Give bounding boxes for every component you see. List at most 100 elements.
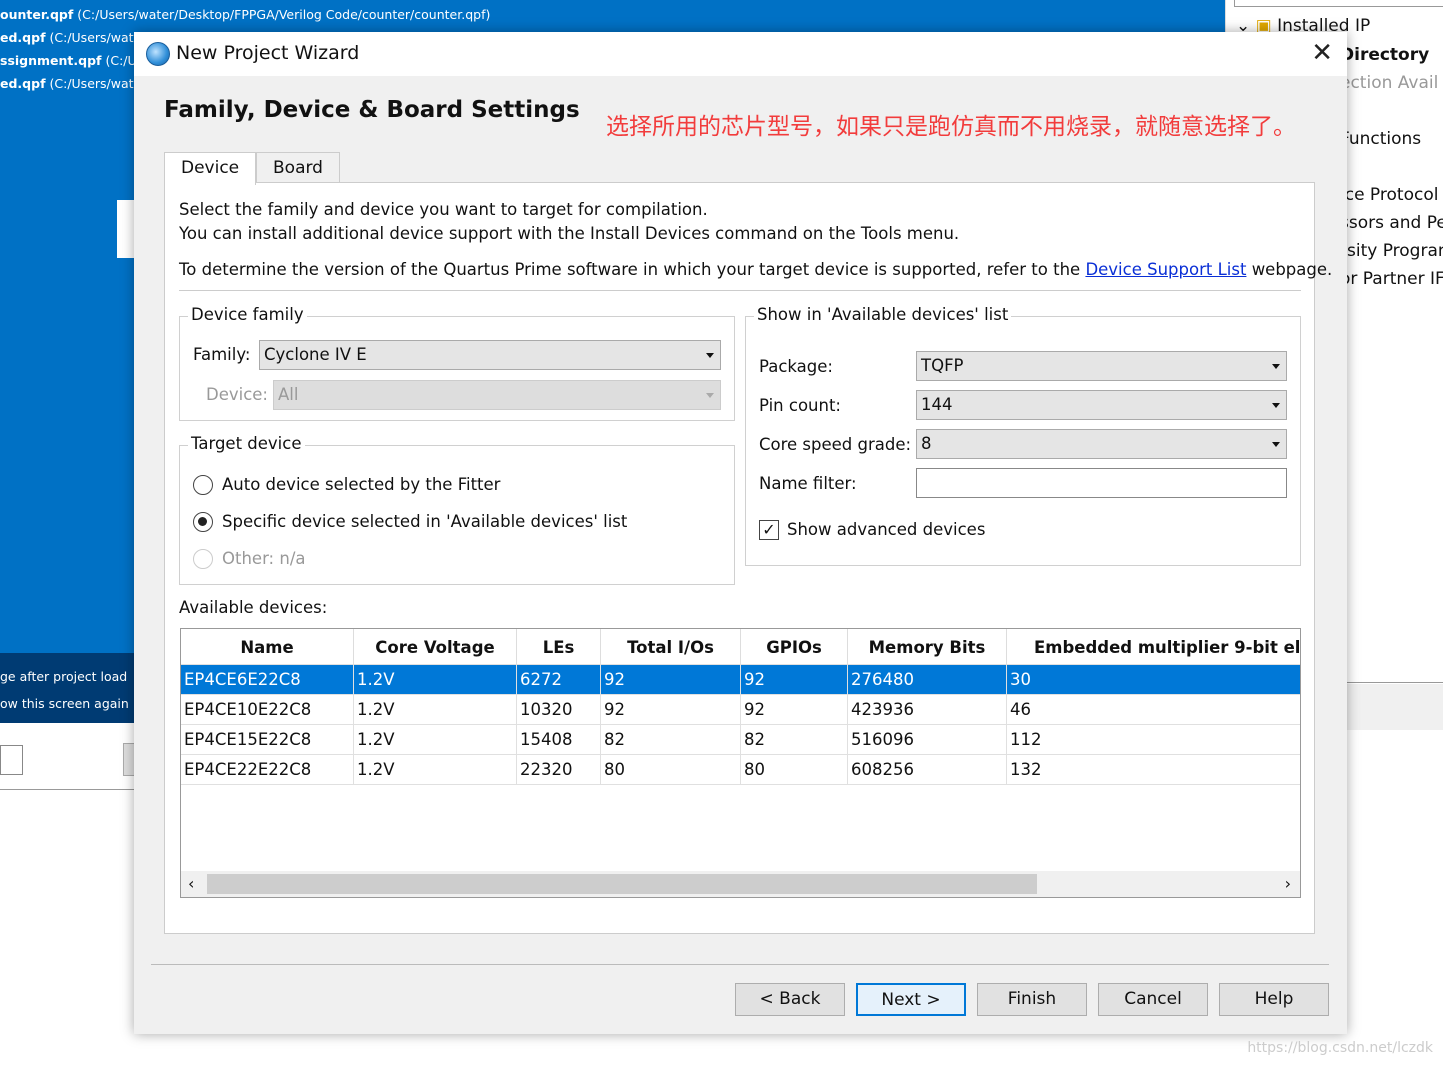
recent-project[interactable]: ed.qpf (C:/Users/water/ [0,30,151,45]
table-row[interactable]: EP4CE22E22C8 1.2V 22320 80 80 608256 132 [181,755,1300,785]
checkbox-label: Show advanced devices [787,520,986,539]
column-header[interactable]: Total I/Os [601,629,741,665]
table-cell: 516096 [848,725,1007,755]
tab-device[interactable]: Device [164,152,257,185]
radio-label: Other: n/a [222,549,306,568]
family-label: Family: [193,345,251,364]
back-button[interactable]: < Back [735,983,845,1016]
table-cell: 1.2V [354,725,517,755]
package-select[interactable]: TQFP [916,351,1287,381]
bg-input[interactable] [0,745,23,775]
cancel-button[interactable]: Cancel [1098,983,1208,1016]
table-cell: 92 [601,665,741,695]
ip-item[interactable]: rsity Progran [1340,241,1443,261]
recent-project[interactable]: ssignment.qpf (C:/User [0,53,156,68]
device-family-group: Device family Family: Cyclone IV E Devic… [179,305,735,421]
divider [1340,682,1443,683]
table-cell: EP4CE6E22C8 [181,665,354,695]
group-label: Show in 'Available devices' list [754,305,1012,324]
column-header[interactable]: Name [181,629,354,665]
radio-label: Auto device selected by the Fitter [222,475,501,494]
horizontal-scrollbar[interactable]: ‹ › [181,871,1300,897]
scrollbar-thumb[interactable] [207,874,1037,894]
family-select[interactable]: Cyclone IV E [259,340,721,370]
ip-item[interactable]: Functions [1340,129,1421,149]
intro-text: To determine the version of the Quartus … [179,260,1333,279]
ip-item[interactable]: ice Protocol [1340,185,1438,205]
table-cell: 112 [1007,725,1300,755]
column-header[interactable]: Embedded multiplier 9-bit elem [1007,629,1300,665]
package-label: Package: [759,357,833,376]
table-cell: 80 [741,755,848,785]
scroll-left-icon[interactable]: ‹ [188,874,194,893]
ip-item[interactable]: or Partner IF [1340,269,1443,289]
device-support-list-link[interactable]: Device Support List [1085,260,1246,279]
table-cell: 82 [741,725,848,755]
new-project-wizard-dialog: New Project Wizard ✕ Family, Device & Bo… [134,32,1347,1034]
table-cell: 80 [601,755,741,785]
footer-text: ge after project load [0,669,128,684]
table-row[interactable]: EP4CE10E22C8 1.2V 10320 92 92 423936 46 [181,695,1300,725]
next-button[interactable]: Next > [856,983,966,1016]
tab-board[interactable]: Board [256,152,340,184]
scroll-right-icon[interactable]: › [1285,874,1291,893]
pin-count-label: Pin count: [759,396,841,415]
divider [151,964,1329,965]
other-device-radio[interactable] [193,549,213,569]
watermark: https://blog.csdn.net/lczdk [1247,1040,1433,1056]
column-header[interactable]: GPIOs [741,629,848,665]
recent-project[interactable]: ounter.qpf (C:/Users/water/Desktop/FPPGA… [0,7,490,22]
table-cell: 423936 [848,695,1007,725]
ip-item[interactable]: ssors and Pe [1340,213,1443,233]
intro-text: You can install additional device suppor… [179,224,960,243]
table-header: Name Core Voltage LEs Total I/Os GPIOs M… [181,629,1300,665]
title-bar: New Project Wizard ✕ [134,32,1347,76]
finish-button[interactable]: Finish [977,983,1087,1016]
column-header[interactable]: LEs [517,629,601,665]
table-cell: 276480 [848,665,1007,695]
column-header[interactable]: Memory Bits [848,629,1007,665]
radio-label: Specific device selected in 'Available d… [222,512,628,531]
page-title: Family, Device & Board Settings [164,97,580,123]
table-cell: 92 [741,695,848,725]
annotation-text: 选择所用的芯片型号，如果只是跑仿真而不用烧录，就随意选择了。 [606,114,1296,140]
divider [179,290,1301,291]
column-header[interactable]: Core Voltage [354,629,517,665]
recent-project[interactable]: ed.qpf (C:/Users/water/ [0,76,151,91]
group-label: Target device [188,434,305,453]
device-label: Device: [206,385,268,404]
available-devices-table: Name Core Voltage LEs Total I/Os GPIOs M… [180,628,1301,898]
intro-text: Select the family and device you want to… [179,200,708,219]
table-cell: 6272 [517,665,601,695]
speed-grade-select[interactable]: 8 [916,429,1287,459]
device-tab-panel: Select the family and device you want to… [164,182,1332,934]
table-row[interactable]: EP4CE6E22C8 1.2V 6272 92 92 276480 30 [181,665,1300,695]
table-cell: EP4CE22E22C8 [181,755,354,785]
name-filter-label: Name filter: [759,474,857,493]
ip-item[interactable]: ection Avail [1340,73,1438,93]
speed-grade-label: Core speed grade: [759,435,912,454]
table-cell: 22320 [517,755,601,785]
table-cell: 46 [1007,695,1300,725]
table-cell: 82 [601,725,741,755]
table-cell: EP4CE15E22C8 [181,725,354,755]
ip-item[interactable]: Directory [1340,45,1429,65]
table-cell: 1.2V [354,755,517,785]
help-button[interactable]: Help [1219,983,1329,1016]
target-device-group: Target device Auto device selected by th… [179,434,735,585]
table-cell: 132 [1007,755,1300,785]
home-footer: ge after project load ow this screen aga… [0,653,135,723]
table-row[interactable]: EP4CE15E22C8 1.2V 15408 82 82 516096 112 [181,725,1300,755]
ip-search-input[interactable] [1234,0,1443,7]
auto-device-radio[interactable] [193,475,213,495]
device-filter-group: Show in 'Available devices' list Package… [745,305,1301,566]
table-cell: 92 [741,665,848,695]
device-select[interactable]: All [273,380,721,410]
table-cell: 15408 [517,725,601,755]
name-filter-input[interactable] [916,468,1287,498]
specific-device-radio[interactable] [193,512,213,532]
pin-count-select[interactable]: 144 [916,390,1287,420]
close-icon[interactable]: ✕ [1311,40,1333,66]
table-cell: 1.2V [354,665,517,695]
show-advanced-checkbox[interactable]: ✓ [759,520,779,540]
